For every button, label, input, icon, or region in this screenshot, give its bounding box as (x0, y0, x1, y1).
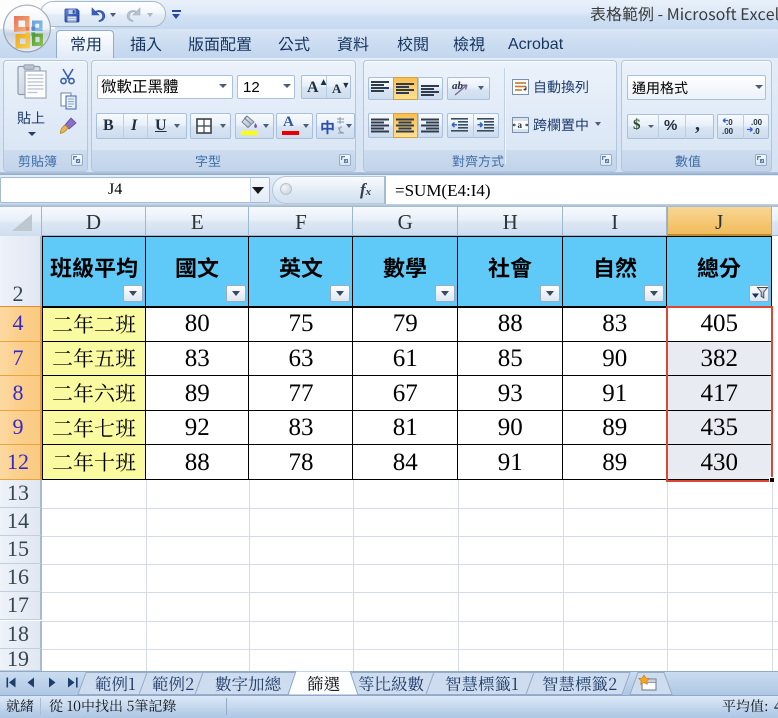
svg-text:.0: .0 (726, 118, 733, 127)
svg-text:a: a (518, 120, 523, 130)
svg-text:.0: .0 (753, 127, 760, 136)
svg-text:.00: .00 (722, 127, 734, 136)
svg-text:.00: .00 (751, 118, 763, 127)
